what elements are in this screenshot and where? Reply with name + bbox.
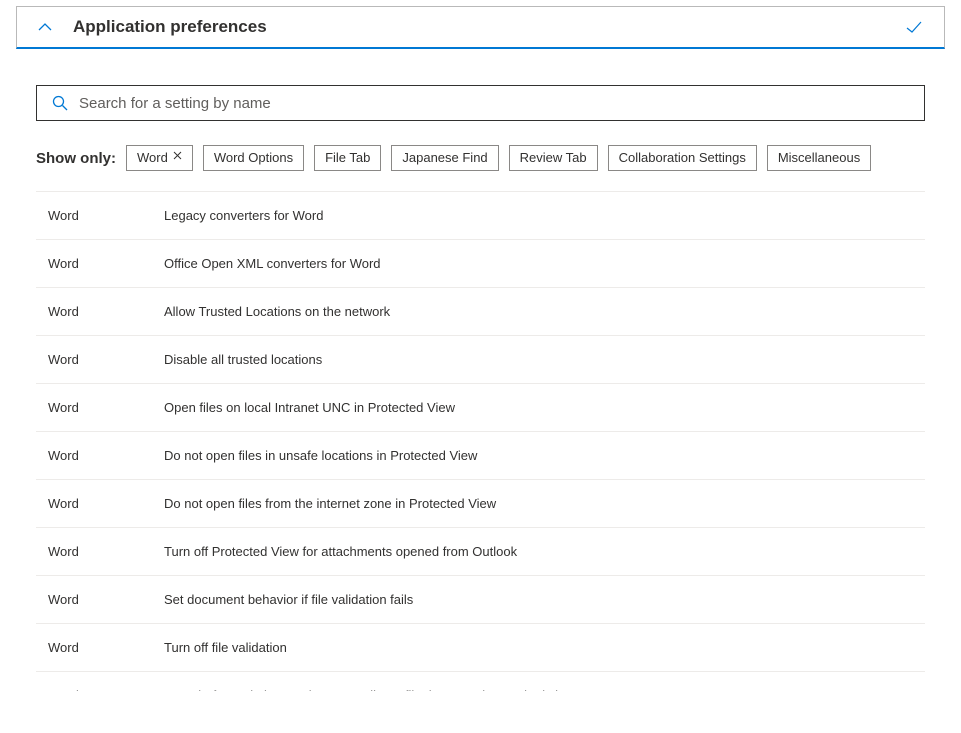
- setting-name: Warn before printing, saving or sending …: [164, 688, 913, 691]
- setting-app: Word: [48, 640, 164, 655]
- list-item[interactable]: Word Do not open files in unsafe locatio…: [36, 432, 925, 480]
- close-icon[interactable]: [173, 150, 182, 165]
- filter-chip-text: Word: [137, 149, 168, 167]
- setting-name: Do not open files from the internet zone…: [164, 496, 913, 511]
- setting-app: Word: [48, 256, 164, 271]
- setting-name: Legacy converters for Word: [164, 208, 913, 223]
- filter-chip-text: Collaboration Settings: [619, 149, 746, 167]
- filter-chip[interactable]: Word Options: [203, 145, 304, 171]
- list-item[interactable]: Word Do not open files from the internet…: [36, 480, 925, 528]
- setting-name: Set document behavior if file validation…: [164, 592, 913, 607]
- setting-app: Word: [48, 400, 164, 415]
- search-icon: [51, 94, 69, 112]
- filter-chip[interactable]: Review Tab: [509, 145, 598, 171]
- filter-chip-text: Review Tab: [520, 149, 587, 167]
- section-title: Application preferences: [73, 17, 267, 37]
- setting-app: Word: [48, 592, 164, 607]
- setting-name: Open files on local Intranet UNC in Prot…: [164, 400, 913, 415]
- setting-app: Word: [48, 544, 164, 559]
- search-box[interactable]: [36, 85, 925, 121]
- list-item[interactable]: Word Warn before printing, saving or sen…: [36, 672, 925, 691]
- setting-name: Turn off Protected View for attachments …: [164, 544, 913, 559]
- settings-list[interactable]: Word Legacy converters for Word Word Off…: [36, 191, 925, 691]
- setting-app: Word: [48, 496, 164, 511]
- filter-chip[interactable]: File Tab: [314, 145, 381, 171]
- check-icon: [904, 17, 924, 37]
- list-item[interactable]: Word Disable all trusted locations: [36, 336, 925, 384]
- setting-name: Turn off file validation: [164, 640, 913, 655]
- filter-chip[interactable]: Japanese Find: [391, 145, 498, 171]
- filter-chip-text: Miscellaneous: [778, 149, 860, 167]
- filter-chip-active[interactable]: Word: [126, 145, 193, 171]
- list-item[interactable]: Word Set document behavior if file valid…: [36, 576, 925, 624]
- setting-app: Word: [48, 304, 164, 319]
- collapse-icon: [37, 19, 53, 35]
- setting-name: Office Open XML converters for Word: [164, 256, 913, 271]
- main-content: Show only: Word Word Options File Tab Ja…: [0, 49, 961, 691]
- section-header[interactable]: Application preferences: [16, 6, 945, 49]
- filter-chip-text: Word Options: [214, 149, 293, 167]
- setting-name: Disable all trusted locations: [164, 352, 913, 367]
- filter-chip-text: Japanese Find: [402, 149, 487, 167]
- filter-label: Show only:: [36, 150, 116, 167]
- list-item[interactable]: Word Open files on local Intranet UNC in…: [36, 384, 925, 432]
- filter-chip[interactable]: Collaboration Settings: [608, 145, 757, 171]
- setting-app: Word: [48, 448, 164, 463]
- list-item[interactable]: Word Turn off file validation: [36, 624, 925, 672]
- filter-chip-text: File Tab: [325, 149, 370, 167]
- filter-row: Show only: Word Word Options File Tab Ja…: [36, 145, 925, 171]
- setting-app: Word: [48, 208, 164, 223]
- list-item[interactable]: Word Turn off Protected View for attachm…: [36, 528, 925, 576]
- setting-name: Allow Trusted Locations on the network: [164, 304, 913, 319]
- setting-app: Word: [48, 352, 164, 367]
- list-item[interactable]: Word Legacy converters for Word: [36, 191, 925, 240]
- setting-name: Do not open files in unsafe locations in…: [164, 448, 913, 463]
- search-input[interactable]: [79, 95, 910, 112]
- list-item[interactable]: Word Allow Trusted Locations on the netw…: [36, 288, 925, 336]
- setting-app: Word: [48, 688, 164, 691]
- filter-chip[interactable]: Miscellaneous: [767, 145, 871, 171]
- list-item[interactable]: Word Office Open XML converters for Word: [36, 240, 925, 288]
